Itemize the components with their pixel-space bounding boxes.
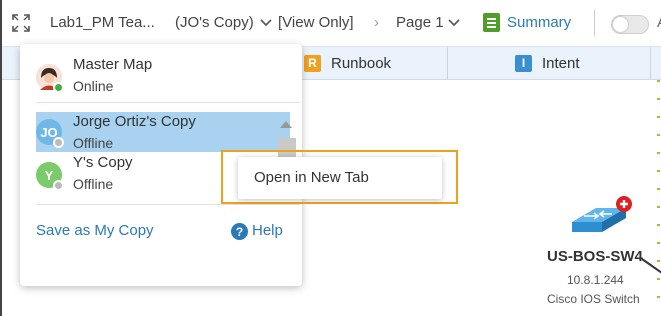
view-mode-label: [View Only] [278,14,354,31]
page-selector[interactable]: Page 1 [396,14,444,31]
switch-icon[interactable] [568,196,632,238]
copy-status: Offline [73,176,114,192]
top-toolbar: Lab1_PM Tea... (JO's Copy) [View Only] ›… [2,0,661,46]
tab-runbook[interactable]: R Runbook [304,47,391,79]
device-type: Cisco IOS Switch [547,292,640,306]
breadcrumb-separator: › [374,14,379,31]
tab-intent[interactable]: I Intent [515,47,580,79]
help-icon[interactable]: ? [231,223,248,240]
chevron-down-icon[interactable] [448,19,460,27]
open-in-new-tab-item[interactable]: Open in New Tab [254,169,369,186]
dotted-border [657,80,660,310]
panel-divider [36,102,300,103]
toolbar-divider [594,10,595,36]
copy-status: Offline [73,135,114,151]
tab-divider [447,47,448,80]
app-window: Lab1_PM Tea... (JO's Copy) [View Only] ›… [0,0,661,316]
save-as-my-copy-link[interactable]: Save as My Copy [36,222,154,239]
runbook-icon: R [304,54,321,72]
copy-name[interactable]: Y's Copy [73,154,133,171]
device-name[interactable]: US-BOS-SW4 [547,248,643,265]
offline-status-dot [53,180,64,191]
summary-icon[interactable] [483,13,500,32]
intent-icon: I [515,54,532,72]
copy-name[interactable]: Master Map [73,56,152,73]
copy-name[interactable]: Jorge Ortiz's Copy [73,113,196,130]
offline-status-dot [53,137,64,148]
map-title[interactable]: Lab1_PM Tea... [50,14,155,31]
chevron-down-icon[interactable] [260,19,272,27]
online-status-dot [53,82,64,93]
toolbar-cut-label: A [657,14,661,31]
summary-button[interactable]: Summary [507,14,571,31]
copy-status: Online [73,78,114,94]
device-ip: 10.8.1.244 [567,273,624,287]
context-menu: Open in New Tab [238,157,442,199]
tab-divider [650,47,651,80]
scroll-up-arrow-icon[interactable] [280,121,292,128]
toggle-switch[interactable] [611,15,649,34]
copy-selector[interactable]: (JO's Copy) [175,14,254,31]
tab-label: Runbook [331,54,392,72]
panel-divider [36,204,300,205]
tab-label: Intent [542,54,580,72]
fullscreen-icon[interactable] [12,14,30,32]
help-link[interactable]: Help [252,222,283,239]
